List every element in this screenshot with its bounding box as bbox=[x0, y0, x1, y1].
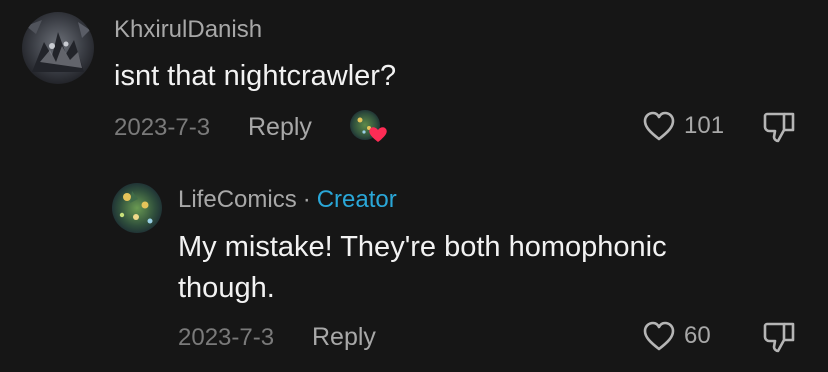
reply-username-row: LifeComics · Creator bbox=[178, 186, 397, 214]
comment-text: isnt that nightcrawler? bbox=[114, 60, 397, 92]
reply-button[interactable]: Reply bbox=[312, 323, 376, 352]
username[interactable]: LifeComics bbox=[178, 186, 297, 213]
heart-outline-icon bbox=[643, 111, 675, 141]
dislike-button[interactable] bbox=[762, 110, 798, 149]
reply-date: 2023-7-3 bbox=[178, 324, 275, 351]
like-button[interactable]: 101 bbox=[642, 110, 724, 142]
separator: · bbox=[302, 186, 311, 213]
creator-liked-badge bbox=[348, 108, 388, 144]
reply-button[interactable]: Reply bbox=[248, 113, 312, 142]
avatar[interactable] bbox=[112, 183, 162, 233]
thumbs-down-icon bbox=[763, 112, 795, 143]
heart-outline-icon bbox=[643, 321, 675, 351]
reply-text: My mistake! They're both homophonic thou… bbox=[178, 231, 667, 304]
like-count: 101 bbox=[684, 112, 725, 139]
dislike-button[interactable] bbox=[762, 320, 798, 359]
avatar[interactable] bbox=[22, 12, 94, 84]
thumbs-down-icon bbox=[763, 322, 795, 353]
comment-date: 2023-7-3 bbox=[114, 114, 211, 141]
comment-thread: KhxirulDanish isnt that nightcrawler? 20… bbox=[0, 0, 828, 372]
like-count: 60 bbox=[684, 322, 711, 349]
username[interactable]: KhxirulDanish bbox=[114, 16, 262, 44]
creator-badge: Creator bbox=[316, 186, 397, 213]
like-button[interactable]: 60 bbox=[642, 320, 711, 352]
